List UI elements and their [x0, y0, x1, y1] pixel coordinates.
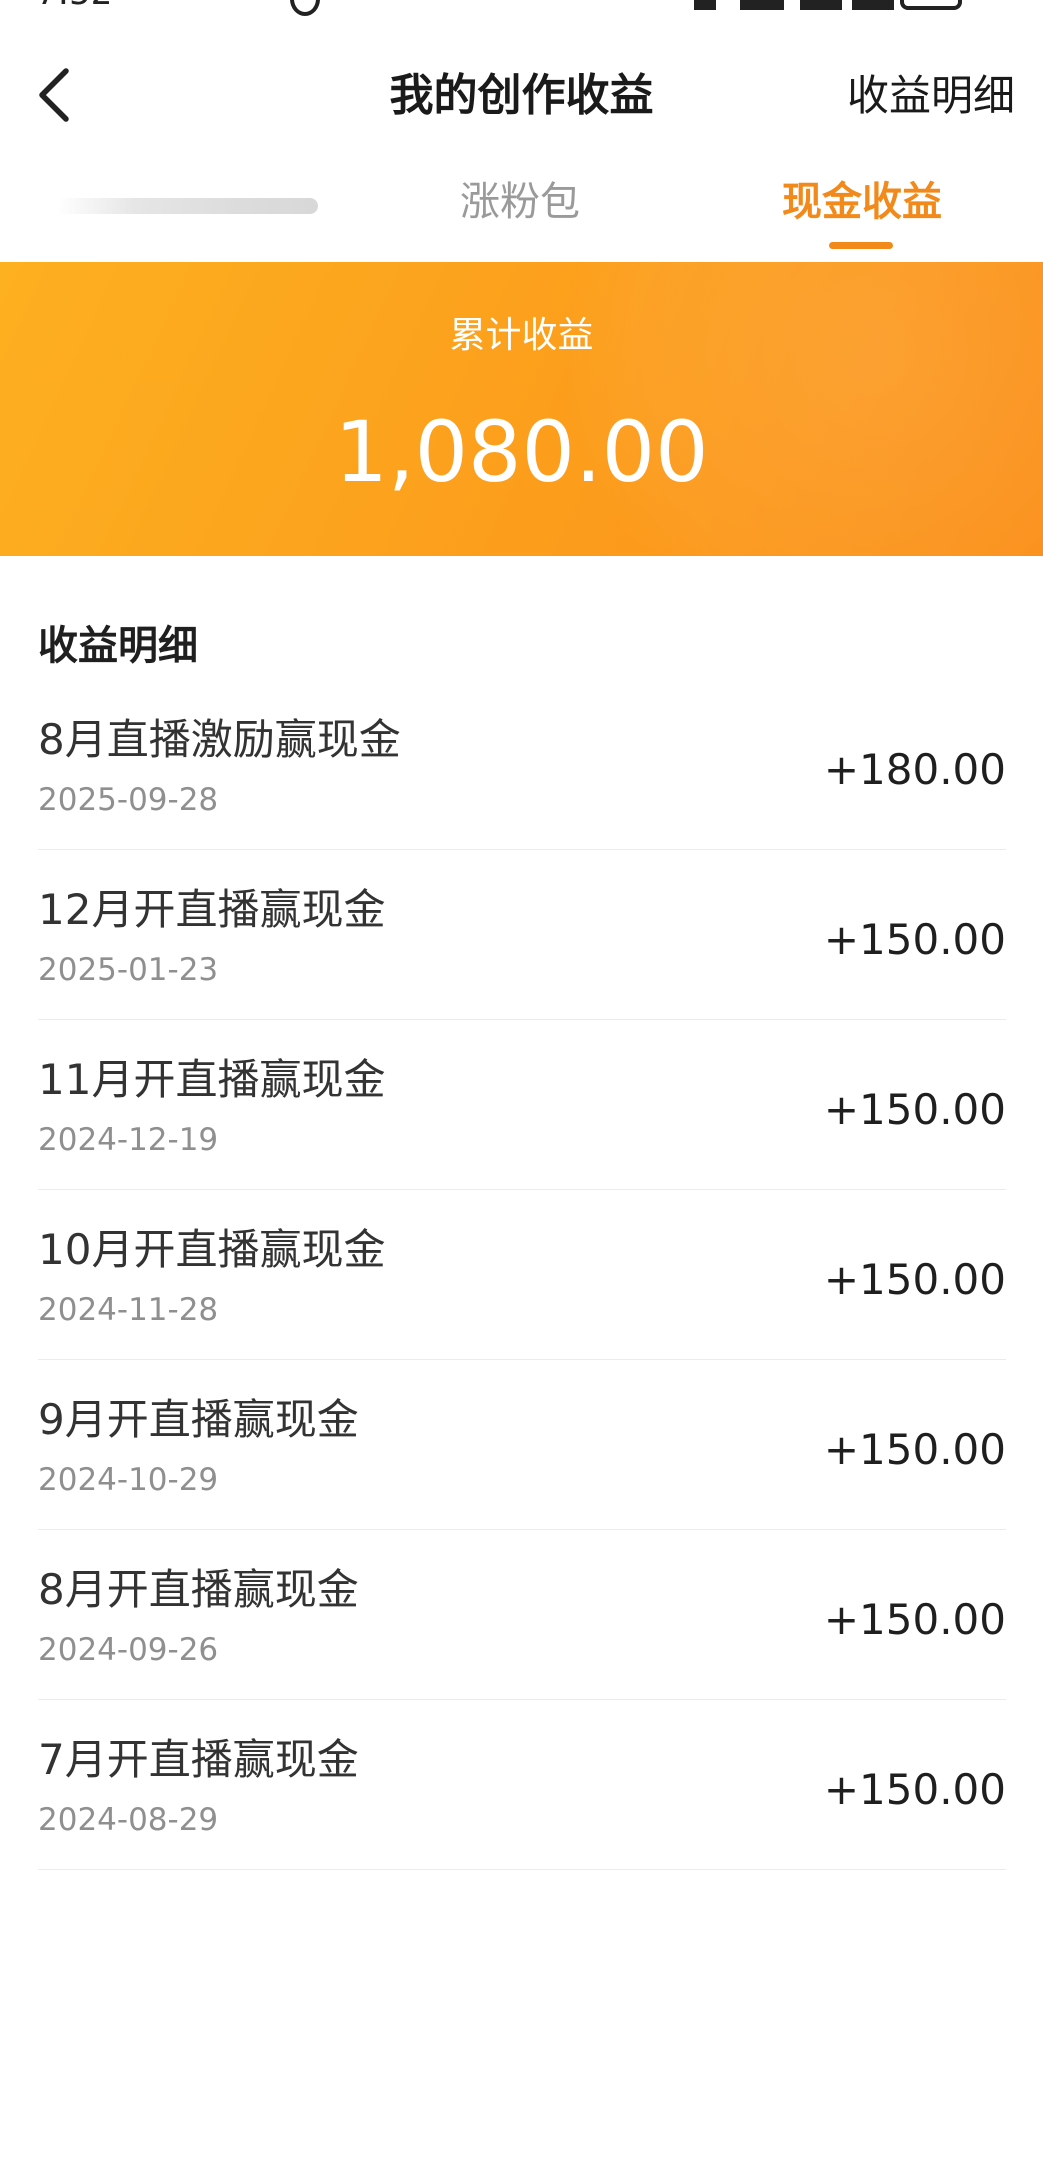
- record-amount: +180.00: [823, 745, 1006, 794]
- record-date: 2024-12-19: [38, 1122, 219, 1158]
- record-amount: +150.00: [823, 1765, 1006, 1814]
- battery-icon: [900, 0, 962, 10]
- blurred-tab-label: [56, 198, 318, 214]
- list-item[interactable]: 12月开直播赢现金 2025-01-23 +150.00: [38, 850, 1006, 1020]
- status-notification-icon: [290, 0, 320, 16]
- list-item[interactable]: 10月开直播赢现金 2024-11-28 +150.00: [38, 1190, 1006, 1360]
- signal-icon-2: [852, 0, 894, 10]
- record-title: 10月开直播赢现金: [38, 1225, 386, 1274]
- record-date: 2025-09-28: [38, 782, 219, 818]
- bluetooth-icon: [694, 0, 716, 10]
- record-title: 12月开直播赢现金: [38, 885, 386, 934]
- active-tab-indicator: [829, 242, 893, 249]
- record-amount: +150.00: [823, 915, 1006, 964]
- record-title: 11月开直播赢现金: [38, 1055, 386, 1104]
- total-income-amount: 1,080.00: [334, 403, 709, 501]
- list-item[interactable]: 11月开直播赢现金 2024-12-19 +150.00: [38, 1020, 1006, 1190]
- record-amount: +150.00: [823, 1085, 1006, 1134]
- record-amount: +150.00: [823, 1595, 1006, 1644]
- record-date: 2024-11-28: [38, 1292, 219, 1328]
- income-record-list: 8月直播激励赢现金 2025-09-28 +180.00 12月开直播赢现金 2…: [38, 680, 1006, 1870]
- tab-fans-package[interactable]: 涨粉包: [420, 172, 620, 232]
- record-title: 7月开直播赢现金: [38, 1735, 359, 1784]
- record-date: 2024-10-29: [38, 1462, 219, 1498]
- status-time: 7:52: [36, 0, 116, 10]
- record-amount: +150.00: [823, 1255, 1006, 1304]
- signal-icon: [800, 0, 842, 10]
- navigation-header: 我的创作收益 收益明细: [0, 30, 1043, 160]
- record-date: 2025-01-23: [38, 952, 219, 988]
- record-title: 8月开直播赢现金: [38, 1565, 359, 1614]
- tab-blurred[interactable]: [56, 172, 318, 232]
- record-date: 2024-08-29: [38, 1802, 219, 1838]
- record-title: 8月直播激励赢现金: [38, 715, 401, 764]
- total-income-banner: 累计收益 1,080.00: [0, 262, 1043, 556]
- income-detail-link[interactable]: 收益明细: [847, 68, 1015, 124]
- record-title: 9月开直播赢现金: [38, 1395, 359, 1444]
- list-item[interactable]: 8月直播激励赢现金 2025-09-28 +180.00: [38, 680, 1006, 850]
- list-item[interactable]: 9月开直播赢现金 2024-10-29 +150.00: [38, 1360, 1006, 1530]
- section-title: 收益明细: [38, 623, 198, 669]
- wifi-icon: [740, 0, 784, 10]
- app-screen: 7:52 我的创作收益 收益明细 涨粉包 现金收益 累计收益 1,080.00 …: [0, 0, 1043, 2181]
- record-date: 2024-09-26: [38, 1632, 219, 1668]
- list-item[interactable]: 7月开直播赢现金 2024-08-29 +150.00: [38, 1700, 1006, 1870]
- total-income-label: 累计收益: [449, 315, 594, 356]
- status-bar: 7:52: [0, 0, 1043, 30]
- record-amount: +150.00: [823, 1425, 1006, 1474]
- list-item[interactable]: 8月开直播赢现金 2024-09-26 +150.00: [38, 1530, 1006, 1700]
- tab-bar: 涨粉包 现金收益: [0, 160, 1043, 260]
- tab-cash-income[interactable]: 现金收益: [752, 172, 972, 232]
